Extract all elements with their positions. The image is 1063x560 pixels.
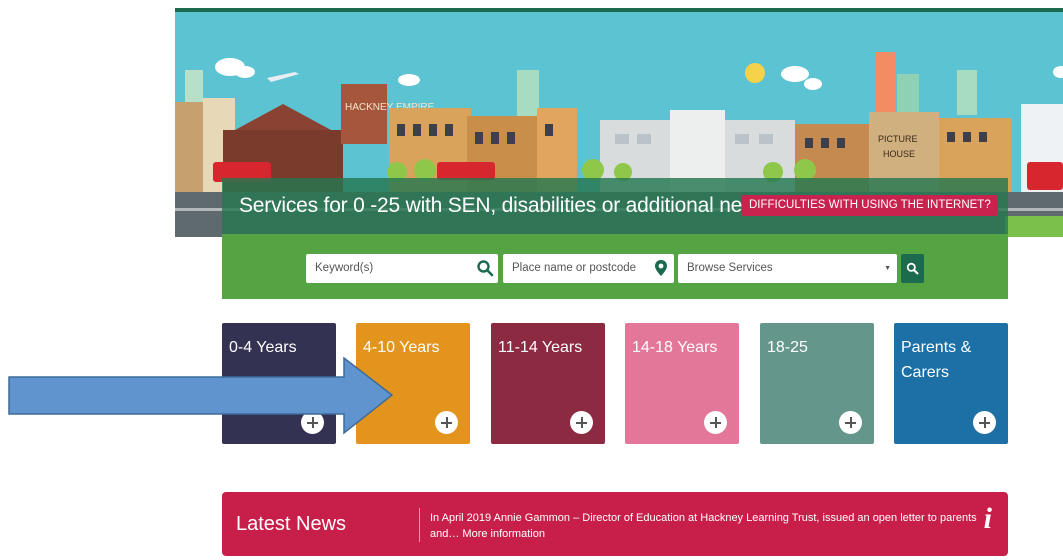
- latest-news-banner[interactable]: Latest News In April 2019 Annie Gammon –…: [222, 492, 1008, 556]
- internet-difficulties-link[interactable]: DIFFICULTIES WITH USING THE INTERNET?: [742, 195, 998, 216]
- search-button[interactable]: [901, 254, 924, 283]
- tile-14-18-years[interactable]: 14-18 Years: [625, 323, 739, 444]
- title-band: Services for 0 -25 with SEN, disabilitie…: [222, 178, 1008, 234]
- picture-sign: PICTURE: [878, 134, 918, 144]
- tile-label: 14-18 Years: [632, 339, 718, 356]
- chevron-down-icon: ▼: [884, 265, 891, 272]
- tile-11-14-years[interactable]: 11-14 Years: [491, 323, 605, 444]
- browse-selected-value: Browse Services: [687, 262, 773, 274]
- tile-label: 11-14 Years: [498, 339, 583, 356]
- location-pin-icon[interactable]: [652, 259, 670, 277]
- tile-18-25[interactable]: 18-25: [760, 323, 874, 444]
- news-divider: [419, 508, 420, 542]
- page-title: Services for 0 -25 with SEN, disabilitie…: [239, 194, 776, 217]
- house-sign: HOUSE: [883, 149, 915, 159]
- keyword-input[interactable]: Keyword(s): [306, 254, 498, 283]
- place-postcode-input[interactable]: Place name or postcode: [503, 254, 674, 283]
- plus-icon[interactable]: [704, 411, 727, 434]
- search-icon[interactable]: [476, 259, 494, 277]
- plus-icon[interactable]: [839, 411, 862, 434]
- plus-icon[interactable]: [973, 411, 996, 434]
- tile-label: 18-25: [767, 339, 808, 356]
- keyword-placeholder: Keyword(s): [315, 262, 374, 274]
- browse-services-select[interactable]: Browse Services ▼: [678, 254, 897, 283]
- search-icon: [906, 262, 919, 275]
- tile-label: Parents & Carers: [901, 339, 972, 381]
- info-icon: i: [983, 502, 992, 535]
- plus-icon[interactable]: [570, 411, 593, 434]
- latest-news-title: Latest News: [236, 513, 347, 535]
- search-bar: Keyword(s) Place name or postcode Browse…: [222, 234, 1008, 299]
- plus-icon[interactable]: [435, 411, 458, 434]
- news-text[interactable]: In April 2019 Annie Gammon – Director of…: [430, 510, 980, 542]
- arrow-annotation: [8, 357, 394, 435]
- place-placeholder: Place name or postcode: [512, 262, 637, 274]
- tile-parents-carers[interactable]: Parents & Carers: [894, 323, 1008, 444]
